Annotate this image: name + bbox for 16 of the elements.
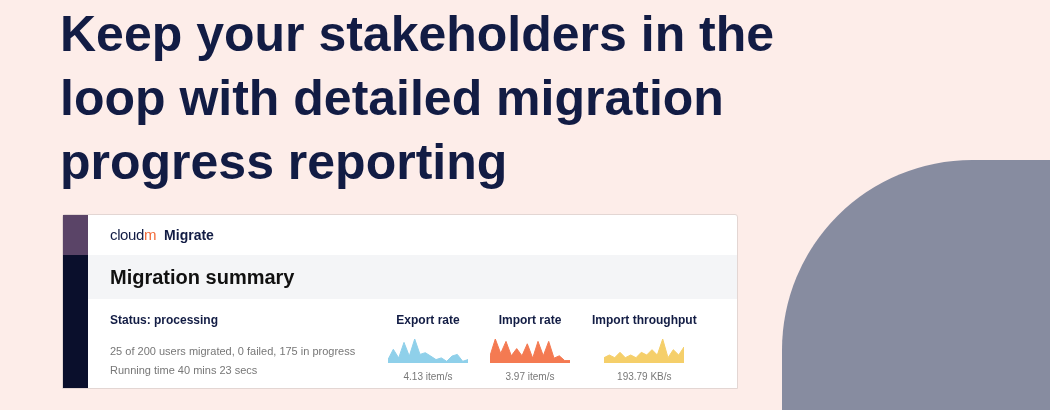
sidebar-top xyxy=(63,215,88,255)
metric-reading: 4.13 item/s xyxy=(403,370,453,384)
metric-label: Import rate xyxy=(498,312,562,329)
metric-reading: 3.97 item/s xyxy=(505,370,555,384)
status-detail: 25 of 200 users migrated, 0 failed, 175 in progress xyxy=(110,344,357,359)
headline: loop with detailed migration xyxy=(60,69,725,128)
page-title: Migration summary xyxy=(110,265,295,290)
status-label: Status: processing xyxy=(110,312,220,329)
metric-label: Export rate xyxy=(396,312,460,329)
status-detail: Running time 40 mins 23 secs xyxy=(110,362,259,378)
headline: Keep your stakeholders in the xyxy=(60,5,776,64)
logo: cloudm xyxy=(110,224,157,245)
metric-reading: 193.79 KB/s xyxy=(617,370,672,384)
product-name: Migrate xyxy=(164,225,214,245)
metric-label: Import throughput xyxy=(592,312,697,329)
headline: progress reporting xyxy=(60,133,509,192)
